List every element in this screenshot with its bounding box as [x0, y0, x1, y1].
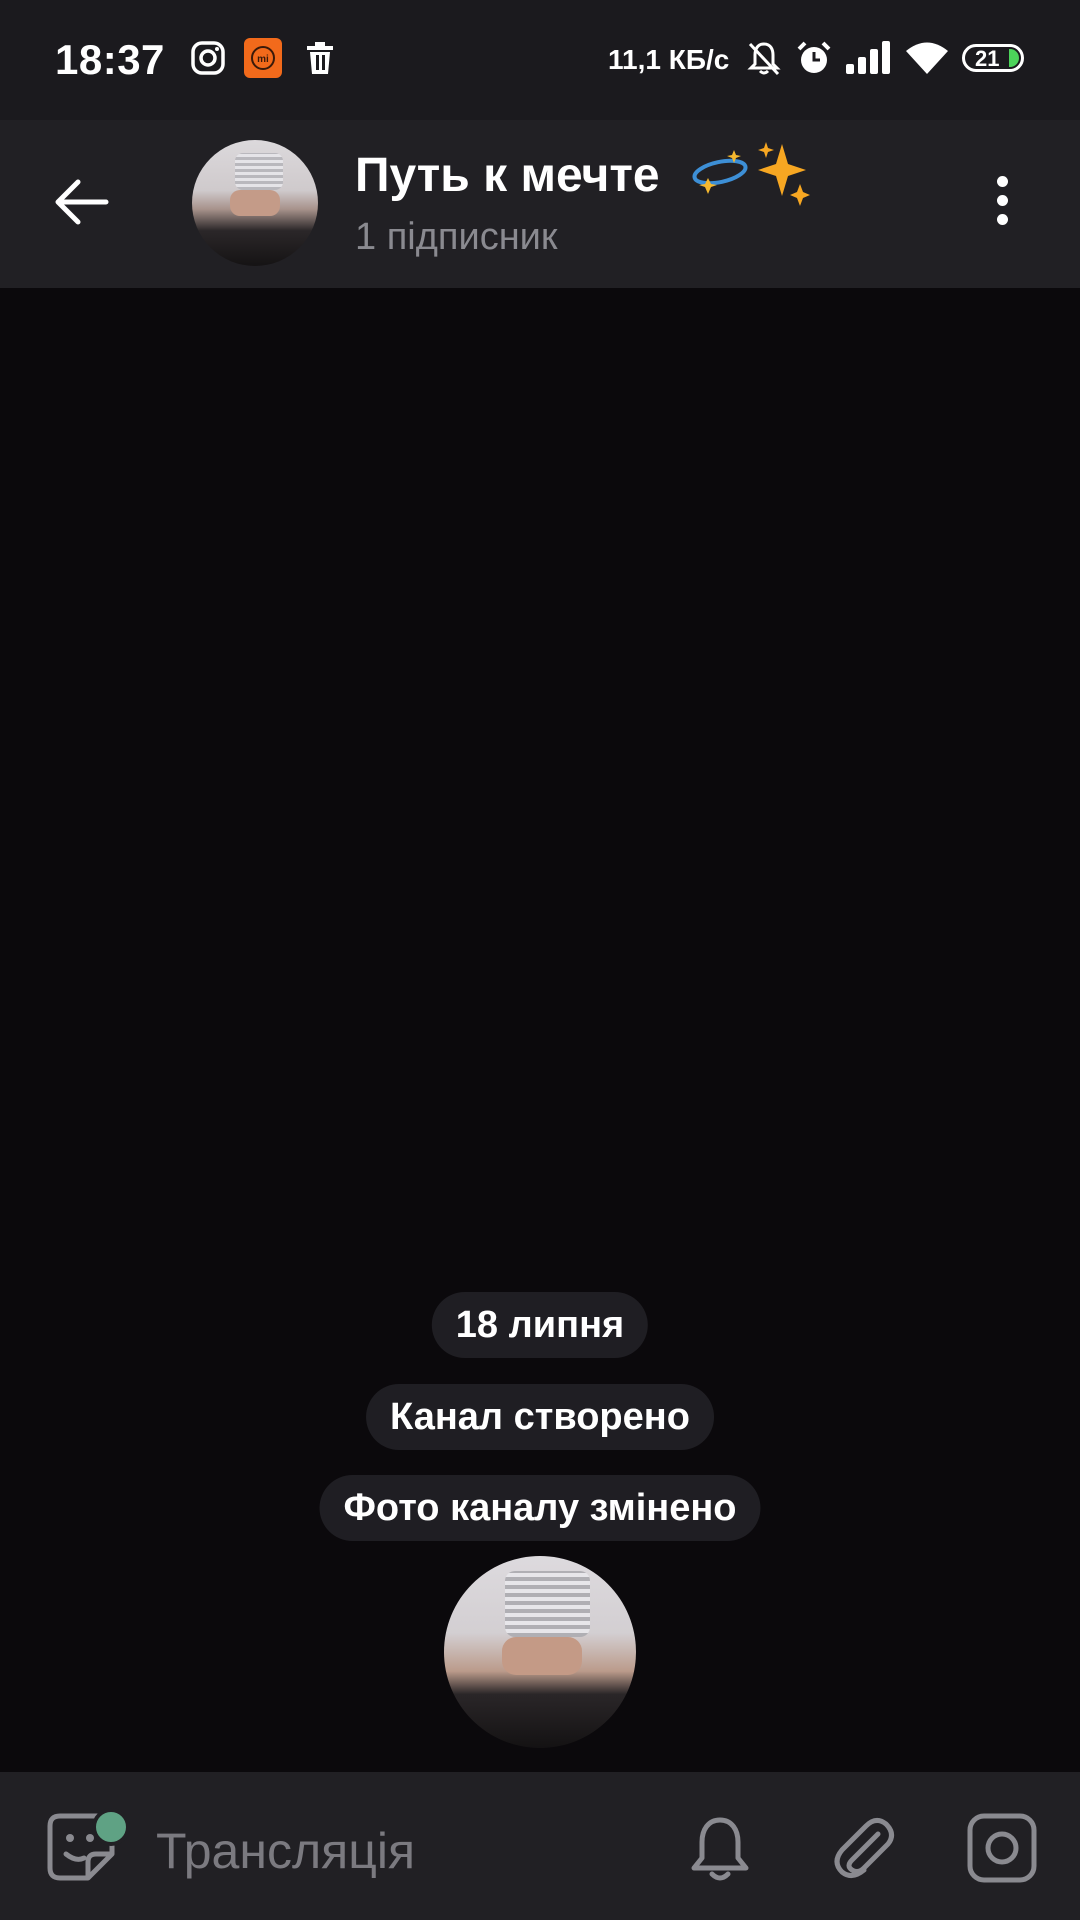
service-message-photo-changed: Фото каналу змінено	[319, 1475, 761, 1541]
camera-icon[interactable]	[966, 1812, 1038, 1884]
channel-title[interactable]: Путь к мечте	[355, 148, 660, 203]
back-arrow-icon[interactable]	[50, 170, 114, 234]
subscriber-count: 1 підписник	[355, 216, 558, 258]
signal-icon	[846, 41, 890, 74]
wifi-icon	[906, 42, 948, 74]
channel-photo-thumbnail[interactable]	[444, 1556, 636, 1748]
battery-level: 21	[975, 46, 1000, 71]
broadcast-input[interactable]: Трансляція	[156, 1822, 415, 1880]
bell-icon[interactable]	[684, 1812, 756, 1884]
bell-off-icon	[747, 42, 781, 76]
new-sticker-indicator	[92, 1808, 130, 1846]
attach-icon[interactable]	[828, 1812, 900, 1884]
channel-header: Путь к мечте 1 підписник	[0, 120, 1080, 288]
network-speed: 11,1 КБ/с	[608, 44, 730, 75]
battery-icon: 21	[962, 44, 1024, 72]
svg-text:mi: mi	[257, 54, 269, 65]
sparkles-emoji-icon	[692, 142, 810, 206]
more-menu-icon[interactable]	[990, 176, 1014, 236]
service-message-channel-created: Канал створено	[366, 1384, 714, 1450]
instagram-icon	[191, 41, 225, 75]
alarm-icon	[797, 41, 831, 73]
trash-icon	[307, 42, 333, 74]
status-time: 18:37	[55, 36, 165, 83]
channel-avatar[interactable]	[192, 140, 318, 266]
status-bar: 18:37 mi 11,1 КБ/с 21	[0, 0, 1080, 120]
date-chip: 18 липня	[431, 1292, 649, 1358]
chat-area[interactable]	[0, 288, 1080, 1772]
bottom-bar: Трансляція	[0, 1772, 1080, 1920]
mi-icon: mi	[244, 38, 282, 78]
